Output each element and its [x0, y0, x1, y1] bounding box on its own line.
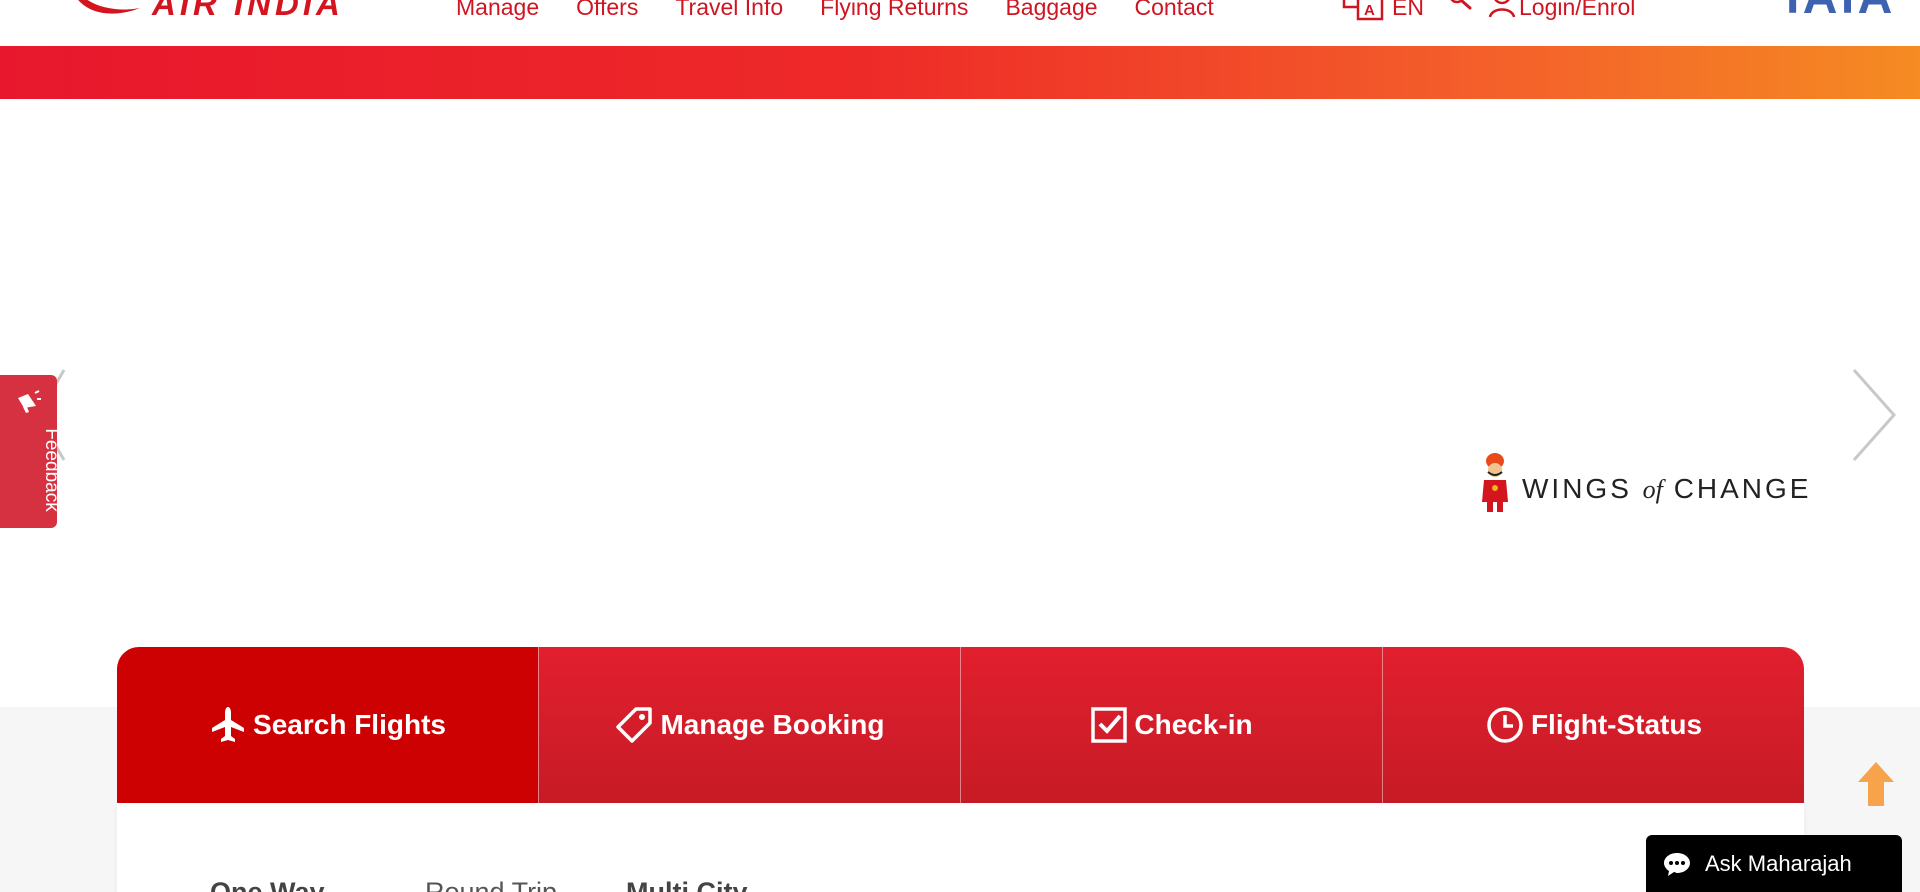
clock-icon	[1487, 707, 1523, 743]
wings-of-change-text: WINGS of CHANGE	[1522, 474, 1811, 505]
trip-type-one-way[interactable]: One Way	[210, 875, 325, 892]
change-word: CHANGE	[1673, 473, 1812, 504]
wings-word: WINGS	[1522, 473, 1632, 504]
tab-label: Search Flights	[253, 709, 446, 740]
maharajah-mascot-icon	[1482, 453, 1508, 512]
nav-offers[interactable]: Offers	[576, 0, 638, 21]
search-form-card	[117, 803, 1804, 892]
language-label: EN	[1392, 0, 1424, 20]
svg-text:A: A	[1364, 2, 1375, 19]
megaphone-icon	[18, 390, 41, 413]
logo-swoosh-icon	[78, 0, 140, 14]
search-button[interactable]	[1448, 0, 1474, 15]
ask-maharajah-chat-button[interactable]: Ask Maharajah	[1646, 835, 1902, 892]
airplane-icon	[212, 707, 245, 742]
language-selector[interactable]: A EN	[1342, 0, 1424, 21]
tab-label: Manage Booking	[660, 709, 885, 740]
user-icon	[1488, 0, 1516, 18]
tab-flight-status[interactable]: Flight-Status	[1382, 647, 1804, 803]
tab-label: Flight-Status	[1530, 709, 1703, 740]
login-label: Login/Enrol	[1519, 0, 1636, 20]
login-button[interactable]: Login/Enrol	[1488, 0, 1635, 21]
site-header: AIR INDIA Manage Offers Travel Info Flyi…	[0, 0, 1920, 46]
trip-type-round-trip[interactable]: Round Trip	[425, 875, 557, 892]
tab-label: Check-in	[1134, 709, 1253, 740]
tab-manage-booking[interactable]: Manage Booking	[538, 647, 960, 803]
tab-search-flights[interactable]: Search Flights	[117, 647, 538, 803]
main-nav: Manage Offers Travel Info Flying Returns…	[456, 0, 1251, 21]
booking-tabs: Search Flights Manage Booking Check-in F…	[117, 647, 1804, 803]
of-word: of	[1642, 475, 1663, 504]
tab-check-in[interactable]: Check-in	[960, 647, 1382, 803]
chat-label: Ask Maharajah	[1705, 850, 1852, 876]
feedback-label: Feedback	[41, 428, 62, 512]
nav-manage[interactable]: Manage	[456, 0, 539, 21]
chat-bubble-icon	[1664, 852, 1690, 876]
tata-logo[interactable]: TATA	[1778, 0, 1892, 22]
language-icon: A	[1342, 0, 1384, 21]
page: AIR INDIA Manage Offers Travel Info Flyi…	[0, 0, 1920, 892]
chevron-right-icon	[1852, 369, 1897, 461]
arrow-up-icon	[1858, 762, 1894, 806]
tag-icon	[616, 707, 653, 743]
feedback-tab[interactable]: Feedback	[0, 375, 62, 528]
nav-contact[interactable]: Contact	[1135, 0, 1214, 21]
hero-carousel	[0, 99, 1920, 707]
scroll-to-top-button[interactable]	[1856, 760, 1896, 808]
air-india-logo[interactable]: AIR INDIA	[70, 0, 400, 26]
carousel-next-button[interactable]	[1850, 368, 1898, 462]
trip-type-multi-city[interactable]: Multi City	[626, 875, 748, 892]
nav-travel-info[interactable]: Travel Info	[675, 0, 783, 21]
brand-gradient-bar	[0, 46, 1920, 99]
logo-text: AIR INDIA	[152, 0, 344, 22]
checkbox-icon	[1091, 707, 1128, 743]
nav-baggage[interactable]: Baggage	[1005, 0, 1097, 21]
search-icon	[1450, 0, 1472, 10]
nav-flying-returns[interactable]: Flying Returns	[820, 0, 968, 21]
wings-of-change-logo: WINGS of CHANGE	[1478, 450, 1808, 520]
